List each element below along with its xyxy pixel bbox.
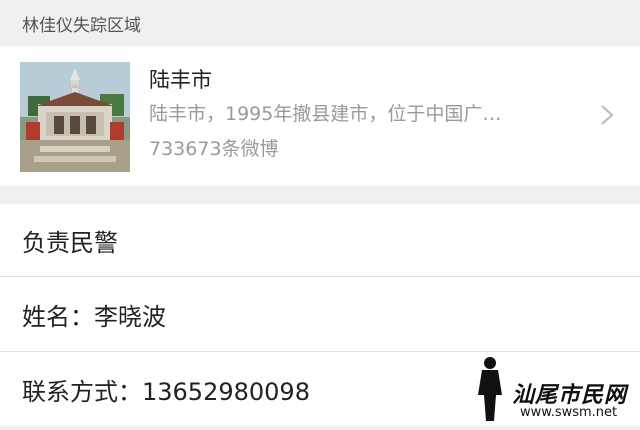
section-gap — [0, 186, 640, 204]
police-name: 姓名：李晓波 — [22, 302, 166, 331]
person-silhouette-icon — [478, 357, 502, 421]
chevron-right-icon — [601, 105, 614, 125]
place-description: 陆丰市，1995年撤县建市，位于中国广… — [149, 103, 502, 125]
watermark-url: www.swsm.net — [520, 405, 618, 420]
police-header: 负责民警 — [22, 228, 118, 257]
section-header: 林佳仪失踪区域 — [0, 0, 640, 46]
place-name: 陆丰市 — [149, 68, 212, 92]
police-header-row: 负责民警 — [0, 204, 640, 276]
police-name-row: 姓名：李晓波 — [0, 277, 640, 351]
section-title: 林佳仪失踪区域 — [22, 15, 141, 36]
place-weibo-count: 733673条微博 — [149, 138, 279, 160]
watermark-logo: 汕尾市民网 www.swsm.net — [472, 355, 640, 430]
police-contact[interactable]: 联系方式：13652980098 — [22, 372, 310, 407]
place-thumbnail — [20, 62, 130, 172]
place-card[interactable]: 陆丰市 陆丰市，1995年撤县建市，位于中国广… 733673条微博 — [0, 46, 640, 186]
